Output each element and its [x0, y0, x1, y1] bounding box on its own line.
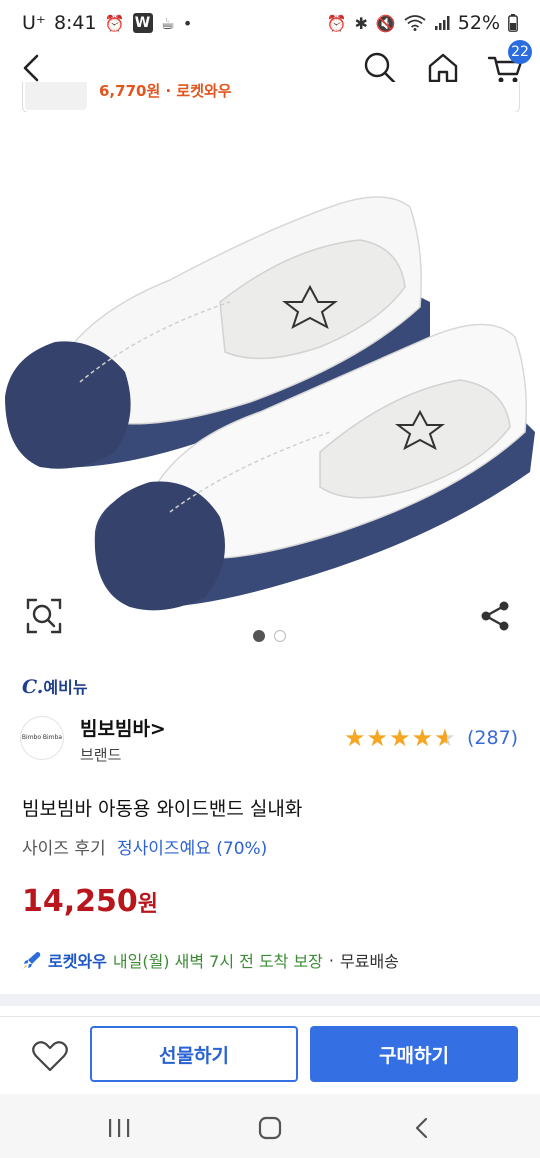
section-divider [0, 994, 540, 1006]
cup-icon: ☕ [160, 13, 175, 33]
system-back-icon[interactable] [412, 1116, 432, 1140]
heart-icon[interactable] [30, 1036, 70, 1076]
signal-icon [434, 16, 450, 30]
star-icon: ★ [411, 724, 434, 752]
size-review[interactable]: 사이즈 후기 정사이즈예요 (70%) [22, 834, 267, 859]
share-icon[interactable] [478, 598, 514, 634]
image-pager-dot[interactable] [274, 630, 286, 642]
shoe-illustration [5, 196, 535, 611]
wifi-icon [404, 15, 426, 31]
brand-logo[interactable]: Bimbo Bimba [20, 716, 64, 760]
recents-icon[interactable] [106, 1118, 132, 1138]
size-review-label: 사이즈 후기 [22, 839, 106, 859]
image-pager-dot-active[interactable] [253, 630, 265, 642]
price-unit: 원 [137, 892, 159, 917]
image-zoom-icon[interactable] [24, 596, 64, 636]
home-button-icon[interactable] [258, 1116, 282, 1140]
delivery-separator: · [328, 950, 334, 970]
category-name: 예비뉴 [43, 678, 88, 697]
status-bar: U⁺ 8:41 ⏰ W ☕ • ⏰ ✱ 🔇 52% [0, 0, 540, 46]
product-price: 14,250원 [22, 884, 158, 919]
rocket-wow-badge: 로켓와우 [48, 952, 107, 971]
home-icon[interactable] [424, 50, 462, 86]
delivery-eta: 내일(월) 새벽 7시 전 도착 보장 [112, 952, 323, 971]
mini-product-price: 6,770원 · 로켓와우 [99, 82, 232, 100]
rating-stars[interactable]: ★ ★ ★ ★ ★ ★ [344, 724, 456, 752]
product-image[interactable] [0, 112, 540, 652]
back-arrow-icon[interactable] [16, 50, 48, 86]
brand-name-link[interactable]: 빔보빔바> [80, 714, 166, 741]
category-prefix: C. [22, 676, 44, 698]
size-review-value: 정사이즈예요 (70%) [117, 839, 268, 859]
star-icon: ★ [344, 724, 366, 752]
review-count-link[interactable]: (287) [467, 727, 518, 749]
bluetooth-icon: ✱ [354, 13, 368, 33]
dot-icon: • [182, 13, 193, 33]
carrier-label: U⁺ [22, 12, 46, 34]
buy-button[interactable]: 구매하기 [310, 1026, 518, 1082]
star-icon: ★ [366, 724, 389, 752]
brand-sub-label: 브랜드 [80, 746, 122, 764]
gift-button[interactable]: 선물하기 [90, 1026, 298, 1082]
rocket-icon [23, 952, 41, 969]
search-icon[interactable] [362, 50, 398, 86]
alarm-icon: ⏰ [326, 13, 347, 33]
alarm-icon: ⏰ [104, 13, 125, 33]
star-icon: ★ [389, 724, 411, 752]
half-star-icon: ★ ★ [434, 724, 456, 752]
free-shipping-label: 무료배송 [340, 952, 399, 971]
w-app-icon: W [132, 13, 153, 33]
brand-name: 빔보빔바 [80, 718, 150, 740]
battery-icon [508, 14, 518, 32]
delivery-info: 로켓와우 내일(월) 새벽 7시 전 도착 보장 · 무료배송 [22, 948, 399, 972]
chevron-right-icon: > [149, 718, 166, 740]
cart-count-badge: 22 [508, 40, 532, 64]
mini-product-thumbnail [25, 82, 87, 110]
product-title: 빔보빔바 아동용 와이드밴드 실내화 [22, 798, 303, 820]
mini-product-card[interactable]: 6,770원 · 로켓와우 [22, 82, 520, 113]
mute-icon: 🔇 [375, 13, 396, 33]
clock: 8:41 [53, 12, 97, 34]
price-number: 14,250 [22, 884, 138, 919]
category-label[interactable]: C.예비뉴 [22, 674, 88, 698]
battery-label: 52% [457, 12, 500, 34]
